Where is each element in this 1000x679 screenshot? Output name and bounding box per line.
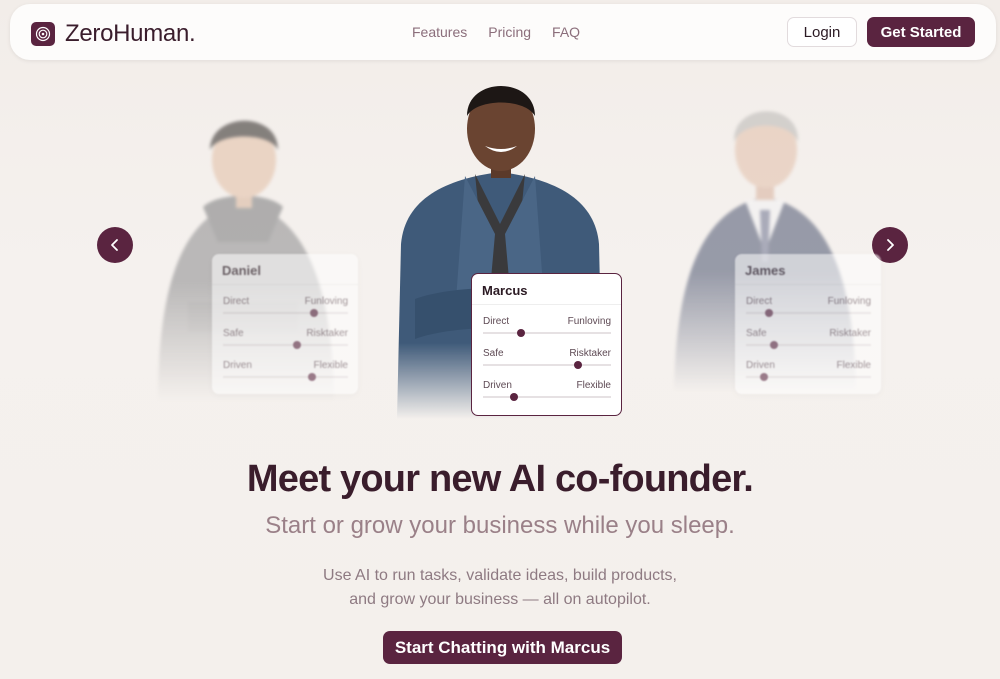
trait-left-label: Driven bbox=[746, 360, 775, 371]
trait-row: Safe Risktaker bbox=[472, 337, 621, 369]
trait-row: Direct Funloving bbox=[735, 285, 881, 317]
trait-right-label: Flexible bbox=[836, 360, 871, 371]
cofounder-card-james[interactable]: James Direct Funloving Safe Risktaker Dr… bbox=[735, 254, 881, 394]
nav-link-pricing[interactable]: Pricing bbox=[488, 24, 531, 40]
hero-description-line: Use AI to run tasks, validate ideas, bui… bbox=[323, 567, 677, 584]
trait-slider-thumb bbox=[769, 341, 778, 349]
login-button[interactable]: Login bbox=[787, 17, 857, 47]
cofounder-name: Marcus bbox=[472, 274, 621, 305]
nav-links: Features Pricing FAQ bbox=[412, 24, 580, 40]
chevron-right-icon bbox=[887, 239, 894, 251]
cofounder-name: Daniel bbox=[212, 254, 358, 285]
brand-name: ZeroHuman. bbox=[65, 20, 196, 47]
nav-link-features[interactable]: Features bbox=[412, 24, 467, 40]
trait-slider-thumb bbox=[292, 341, 301, 349]
trait-row: Driven Flexible bbox=[735, 349, 881, 381]
cofounder-card-daniel[interactable]: Daniel Direct Funloving Safe Risktaker D… bbox=[212, 254, 358, 394]
trait-right-label: Risktaker bbox=[829, 328, 871, 339]
hero-subheadline: Start or grow your business while you sl… bbox=[265, 512, 735, 539]
get-started-button[interactable]: Get Started bbox=[867, 17, 975, 47]
trait-slider[interactable] bbox=[483, 361, 611, 369]
trait-slider-thumb bbox=[759, 373, 768, 381]
trait-slider-thumb[interactable] bbox=[517, 329, 526, 337]
hero-description: Use AI to run tasks, validate ideas, bui… bbox=[0, 564, 1000, 612]
trait-left-label: Direct bbox=[223, 296, 250, 307]
trait-right-label: Risktaker bbox=[569, 348, 611, 359]
carousel-prev-button[interactable] bbox=[97, 227, 133, 263]
nav-link-faq[interactable]: FAQ bbox=[552, 24, 580, 40]
trait-slider[interactable] bbox=[483, 329, 611, 337]
trait-row: Safe Risktaker bbox=[735, 317, 881, 349]
hero-description-line: and grow your business — all on autopilo… bbox=[349, 591, 651, 608]
trait-right-label: Risktaker bbox=[306, 328, 348, 339]
cofounder-card-marcus[interactable]: Marcus Direct Funloving Safe Risktaker D… bbox=[471, 273, 622, 416]
trait-slider-thumb bbox=[764, 309, 773, 317]
cofounder-carousel: Daniel Direct Funloving Safe Risktaker D… bbox=[0, 62, 1000, 422]
start-chatting-button[interactable]: Start Chatting with Marcus bbox=[383, 631, 622, 664]
trait-row: Direct Funloving bbox=[472, 305, 621, 337]
trait-right-label: Flexible bbox=[313, 360, 348, 371]
trait-row: Safe Risktaker bbox=[212, 317, 358, 349]
trait-left-label: Direct bbox=[483, 316, 510, 327]
trait-row: Driven Flexible bbox=[472, 369, 621, 401]
trait-left-label: Safe bbox=[746, 328, 767, 339]
trait-slider-thumb bbox=[307, 373, 316, 381]
trait-right-label: Funloving bbox=[304, 296, 348, 307]
trait-right-label: Funloving bbox=[567, 316, 611, 327]
cofounder-name: James bbox=[735, 254, 881, 285]
trait-left-label: Direct bbox=[746, 296, 773, 307]
trait-slider bbox=[223, 309, 348, 317]
brand-logo[interactable]: ZeroHuman. bbox=[31, 20, 196, 48]
trait-slider bbox=[223, 373, 348, 381]
trait-row: Direct Funloving bbox=[212, 285, 358, 317]
hero-headline: Meet your new AI co-founder. bbox=[246, 458, 754, 500]
trait-slider bbox=[223, 341, 348, 349]
logo-icon bbox=[31, 22, 55, 46]
trait-slider-thumb[interactable] bbox=[509, 393, 518, 401]
trait-left-label: Driven bbox=[223, 360, 252, 371]
trait-right-label: Flexible bbox=[576, 380, 611, 391]
trait-left-label: Driven bbox=[483, 380, 512, 391]
trait-slider-thumb bbox=[310, 309, 319, 317]
trait-left-label: Safe bbox=[483, 348, 504, 359]
chevron-left-icon bbox=[111, 239, 118, 251]
navbar: ZeroHuman. Features Pricing FAQ Login Ge… bbox=[10, 4, 996, 60]
trait-left-label: Safe bbox=[223, 328, 244, 339]
trait-slider-thumb[interactable] bbox=[573, 361, 582, 369]
trait-row: Driven Flexible bbox=[212, 349, 358, 381]
trait-slider[interactable] bbox=[483, 393, 611, 401]
trait-right-label: Funloving bbox=[827, 296, 871, 307]
trait-slider bbox=[746, 309, 871, 317]
trait-slider bbox=[746, 341, 871, 349]
trait-slider bbox=[746, 373, 871, 381]
